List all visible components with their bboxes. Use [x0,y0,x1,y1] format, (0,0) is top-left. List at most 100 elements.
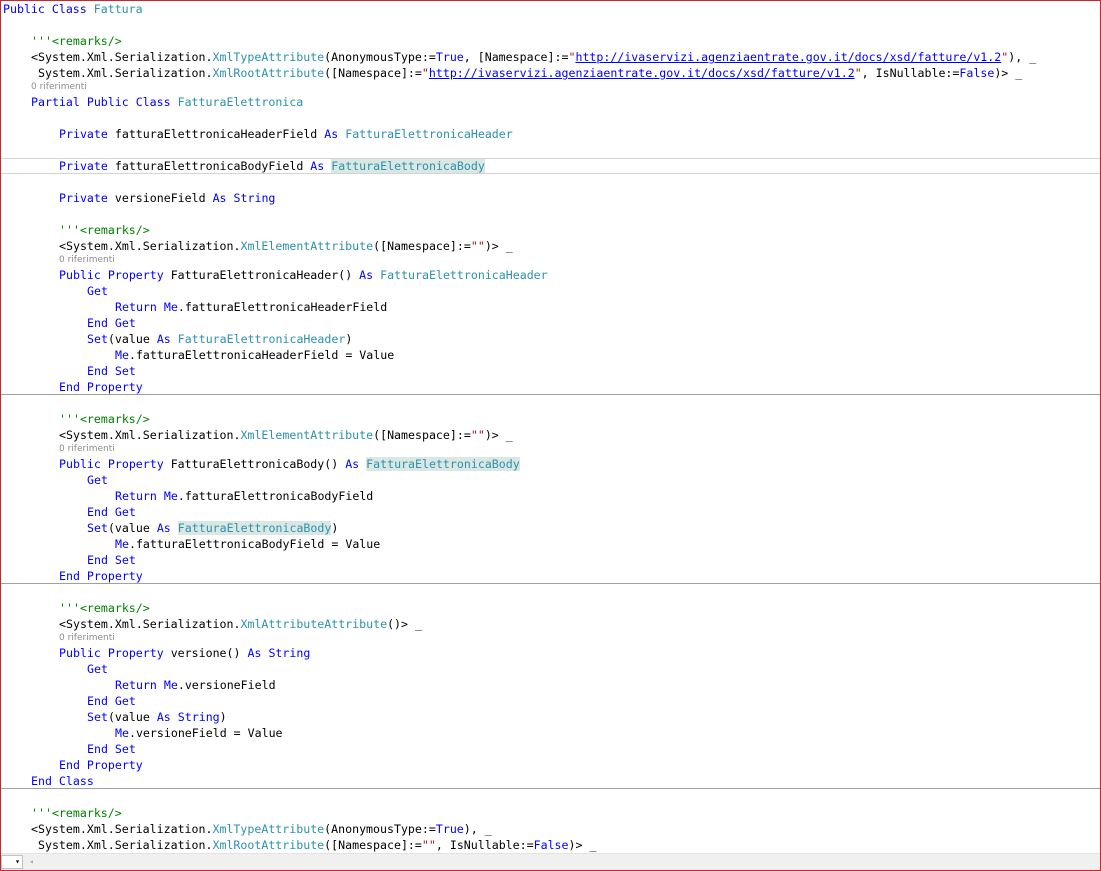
code-token: As [345,457,360,471]
code-line: Set(value As FatturaElettronicaHeader) [87,331,352,347]
code-line: Public Property FatturaElettronicaBody()… [59,456,520,472]
code-token: System.Xml.Serialization. [31,66,213,80]
code-line: Partial Public Class FatturaElettronica [31,94,303,110]
code-token: " [854,66,862,80]
code-line: Return Me.fatturaElettronicaHeaderField [115,299,387,315]
code-token: Private [59,127,108,141]
code-token: <System.Xml.Serialization. [31,822,213,836]
code-token: Return [115,678,157,692]
code-line: End Set [87,363,136,379]
code-token: ()> _ [387,617,422,631]
code-token: Public [59,268,101,282]
code-line: End Property [59,379,143,395]
code-token: '''<remarks/> [59,601,150,615]
code-token: <System.Xml.Serialization. [31,50,213,64]
code-token: .fatturaElettronicaBodyField [177,489,374,503]
code-token: Property [107,646,164,660]
code-token: ) [345,332,353,346]
code-line: System.Xml.Serialization.XmlRootAttribut… [31,837,596,853]
code-line: Return Me.versioneField [115,677,276,693]
code-line: End Property [59,757,143,773]
code-line: Me.fatturaElettronicaHeaderField = Value [115,347,394,363]
highlighted-reference[interactable]: FatturaElettronicaBody [331,159,485,173]
code-token: versioneField [107,191,213,205]
code-token: As [359,268,374,282]
code-token: )> _ [568,838,597,852]
code-token: End Set [87,742,136,756]
code-token: As [156,521,171,535]
codelens-references[interactable]: 0 riferimenti [59,444,115,455]
code-token: False [959,66,995,80]
code-line: Get [87,661,108,677]
namespace-link[interactable]: http://ivaservizi.agenziaentrate.gov.it/… [575,50,1001,64]
code-token: ([Namespace]:= [324,838,422,852]
code-token: Partial Public Class [31,95,178,109]
code-line: Set(value As String) [87,709,227,725]
code-token: As [310,159,325,173]
highlighted-reference[interactable]: FatturaElettronicaBody [177,521,332,535]
code-token: XmlAttributeAttribute [240,617,388,631]
code-token: .versioneField = Value [128,726,283,740]
code-token: As [324,127,339,141]
code-editor[interactable]: Public Class Fattura '''<remarks/> <Syst… [0,0,1101,871]
code-token: <System.Xml.Serialization. [59,617,241,631]
code-token: XmlTypeAttribute [212,822,325,836]
xml-doc-comment: '''<remarks/> [59,600,150,616]
code-token: XmlTypeAttribute [212,50,325,64]
code-line: End Property [59,568,143,584]
zoom-dropdown[interactable]: ▾ [1,855,23,869]
code-line: <System.Xml.Serialization.XmlElementAttr… [59,238,513,254]
code-token: End Property [59,569,143,583]
namespace-link[interactable]: http://ivaservizi.agenziaentrate.gov.it/… [429,66,855,80]
code-token: ([Namespace]:= [373,239,471,253]
code-token: Get [87,473,108,487]
code-line: Me.versioneField = Value [115,725,283,741]
procedure-separator [1,583,1100,584]
code-token: (value [107,521,157,535]
code-line: System.Xml.Serialization.XmlRootAttribut… [31,65,1022,81]
code-token: (value [107,710,157,724]
code-token: "" [470,428,485,442]
code-token: .fatturaElettronicaHeaderField [177,300,388,314]
code-token: <System.Xml.Serialization. [59,239,241,253]
code-line: End Class [31,773,94,789]
codelens-references[interactable]: 0 riferimenti [59,255,115,266]
code-token: False [533,838,569,852]
codelens-references[interactable]: 0 riferimenti [59,633,115,644]
code-token: ) [331,521,339,535]
chevron-down-icon: ▾ [15,857,20,866]
scroll-left-icon[interactable]: ◂ [29,856,34,868]
code-token: Me [115,537,129,551]
code-token: fatturaElettronicaBodyField [107,159,311,173]
code-token: Property [107,268,164,282]
highlighted-reference[interactable]: FatturaElettronicaBody [366,457,520,471]
code-token: ([Namespace]:= [373,428,471,442]
code-line: Public Class Fattura [3,1,143,17]
code-token: "" [470,239,485,253]
code-token: ([Namespace]:= [324,66,422,80]
code-token: Set [87,332,108,346]
code-token: '''<remarks/> [59,412,150,426]
code-token: '''<remarks/> [31,34,122,48]
code-token: Private [59,191,108,205]
horizontal-scrollbar[interactable]: ▾ ◂ [1,853,1100,870]
code-token: End Set [87,553,136,567]
code-token: ), _ [463,822,492,836]
code-token: Public [59,646,101,660]
code-token: Me [115,726,129,740]
codelens-references[interactable]: 0 riferimenti [31,82,87,93]
code-line-current: Private fatturaElettronicaBodyField As F… [59,158,485,174]
code-token: )> _ [484,428,513,442]
code-token: "" [421,838,436,852]
code-token: FatturaElettronicaBody() [163,457,346,471]
code-line: <System.Xml.Serialization.XmlTypeAttribu… [31,821,492,837]
code-line: Public Property versione() As String [59,645,310,661]
code-token: FatturaElettronicaHeader [177,332,346,346]
code-line: Private versioneField As String [59,190,275,206]
code-line: Me.fatturaElettronicaBodyField = Value [115,536,380,552]
code-line: End Get [87,693,136,709]
